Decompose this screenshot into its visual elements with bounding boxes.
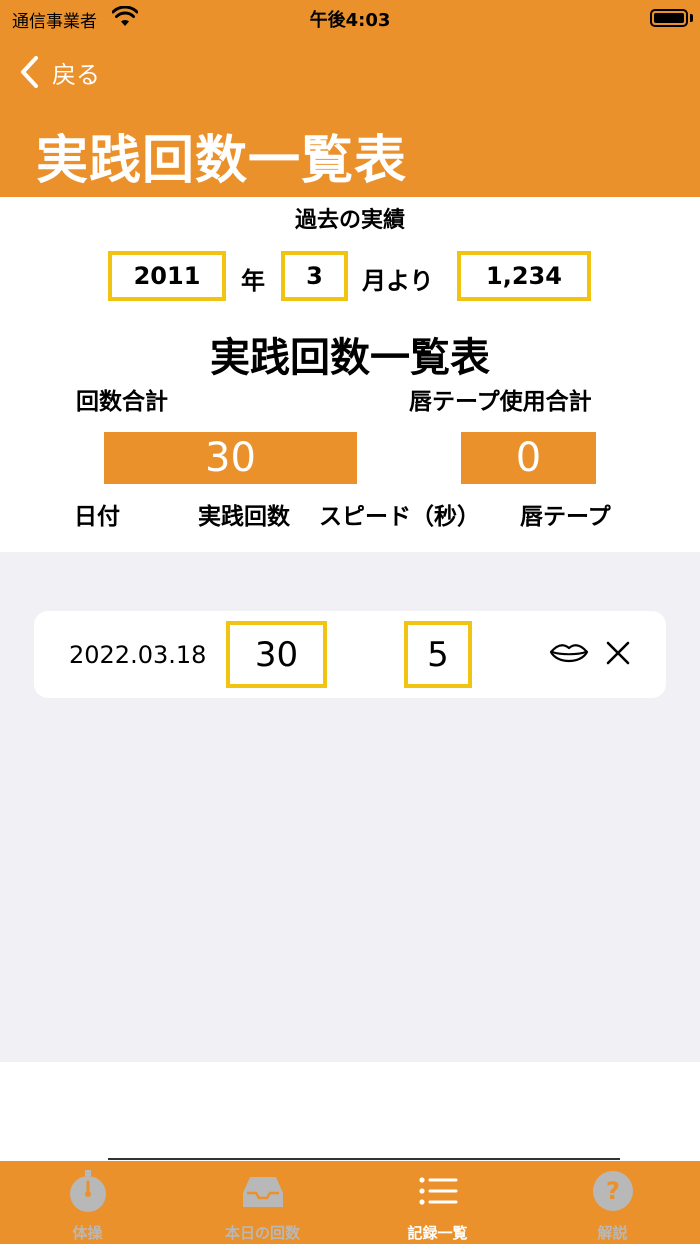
summary-panel: 過去の実績 2011 年 3 月より 1,234 実践回数一覧表 回数合計 唇テ… bbox=[0, 197, 700, 552]
chevron-left-icon bbox=[21, 56, 38, 88]
month-unit-label: 月より bbox=[362, 267, 434, 295]
total-tape-value: 0 bbox=[461, 432, 596, 484]
record-count-field[interactable]: 30 bbox=[226, 621, 327, 688]
back-button[interactable]: 戻る bbox=[18, 52, 100, 92]
tab-bar-divider bbox=[108, 1158, 620, 1160]
record-row[interactable]: 2022.03.18 30 5 bbox=[34, 611, 666, 698]
status-clock: 午後4:03 bbox=[309, 10, 391, 31]
inbox-tray-icon bbox=[243, 1177, 283, 1207]
record-speed-field[interactable]: 5 bbox=[404, 621, 472, 688]
tab-label-exercise: 体操 bbox=[72, 1224, 103, 1242]
records-list[interactable]: 2022.03.18 30 5 bbox=[0, 552, 700, 1062]
table-title: 実践回数一覧表 bbox=[210, 335, 490, 381]
start-year-field[interactable]: 2011 bbox=[108, 251, 226, 301]
tab-record-list[interactable]: 記録一覧 bbox=[350, 1161, 525, 1244]
tab-today-count[interactable]: 本日の回数 bbox=[175, 1161, 350, 1244]
page-title: 実践回数一覧表 bbox=[36, 131, 408, 191]
question-circle-icon: ? bbox=[593, 1171, 633, 1211]
battery-icon bbox=[650, 9, 688, 27]
column-header-tape: 唇テープ bbox=[520, 504, 611, 530]
column-header-count: 実践回数 bbox=[198, 504, 290, 530]
back-label: 戻る bbox=[52, 60, 100, 89]
past-results-label: 過去の実績 bbox=[294, 208, 405, 233]
battery-tip bbox=[690, 14, 693, 22]
tab-bar: 体操 本日の回数 記録一覧 ? 解説 bbox=[0, 1161, 700, 1244]
total-tape-label: 唇テープ使用合計 bbox=[409, 389, 592, 415]
tab-label-explanation: 解説 bbox=[597, 1224, 628, 1242]
column-header-speed: スピード（秒） bbox=[319, 504, 480, 530]
past-count-field[interactable]: 1,234 bbox=[457, 251, 591, 301]
delete-x-icon[interactable] bbox=[604, 639, 632, 667]
total-count-value: 30 bbox=[104, 432, 357, 484]
tab-exercise[interactable]: 体操 bbox=[0, 1161, 175, 1244]
year-unit-label: 年 bbox=[241, 267, 265, 295]
list-icon bbox=[419, 1177, 458, 1205]
navigation-header: 通信事業者 午後4:03 戻る 実践回数一覧表 bbox=[0, 0, 700, 197]
tab-explanation[interactable]: ? 解説 bbox=[525, 1161, 700, 1244]
tab-label-today-count: 本日の回数 bbox=[224, 1224, 300, 1242]
column-header-date: 日付 bbox=[74, 504, 120, 530]
stopwatch-icon bbox=[70, 1170, 106, 1212]
lips-icon[interactable] bbox=[549, 641, 589, 667]
start-month-field[interactable]: 3 bbox=[281, 251, 348, 301]
tab-label-record-list: 記録一覧 bbox=[407, 1224, 468, 1242]
svg-text:?: ? bbox=[606, 1177, 620, 1205]
status-bar: 通信事業者 午後4:03 bbox=[0, 0, 700, 40]
record-date: 2022.03.18 bbox=[69, 641, 207, 669]
total-count-label: 回数合計 bbox=[76, 389, 168, 415]
